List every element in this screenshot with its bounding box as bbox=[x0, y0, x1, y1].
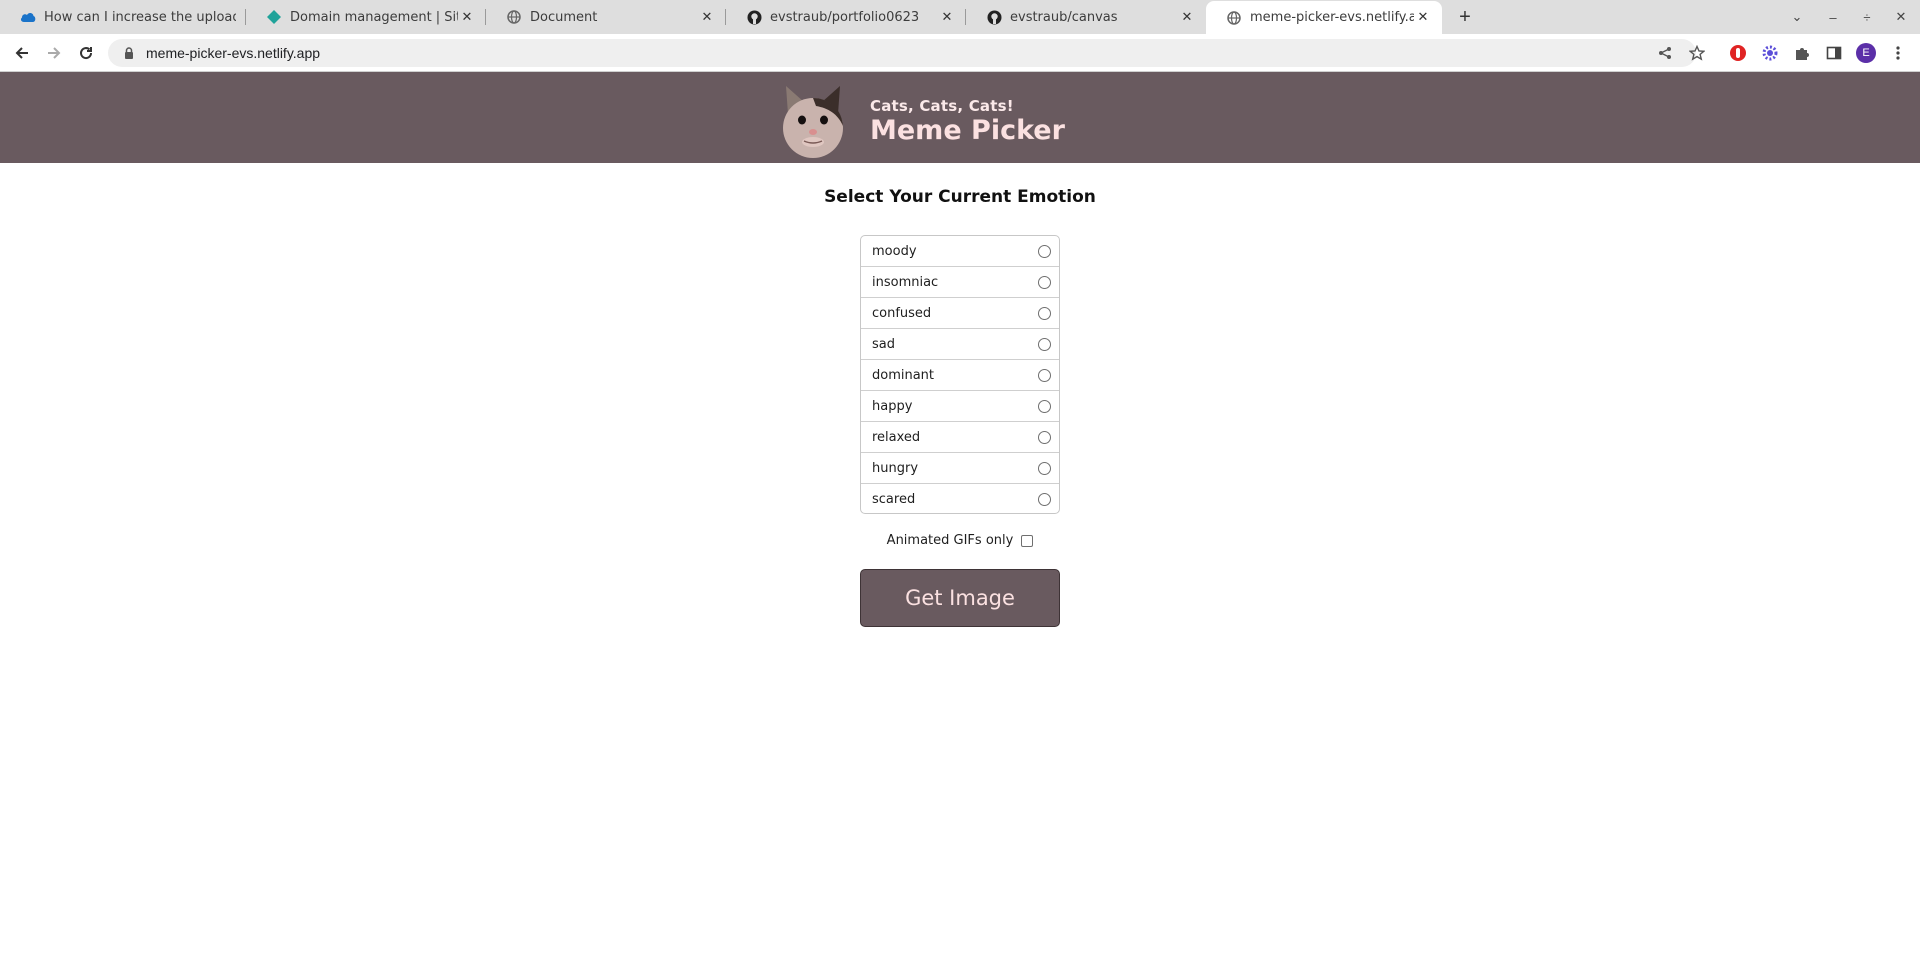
emotion-radio[interactable] bbox=[1038, 275, 1051, 289]
emotion-option-hungry[interactable]: hungry bbox=[861, 453, 1059, 484]
gif-only-checkbox[interactable] bbox=[1021, 534, 1034, 547]
tab-domain-management[interactable]: Domain management | Site co ✕ bbox=[246, 0, 486, 34]
emotion-label: sad bbox=[872, 336, 895, 352]
emotion-option-dominant[interactable]: dominant bbox=[861, 360, 1059, 391]
emotion-option-moody[interactable]: moody bbox=[861, 236, 1059, 267]
close-tab-icon[interactable]: ✕ bbox=[1178, 8, 1196, 26]
maximize-icon[interactable]: ÷ bbox=[1850, 0, 1884, 34]
emotion-radio[interactable] bbox=[1038, 399, 1051, 413]
emotion-option-insomniac[interactable]: insomniac bbox=[861, 267, 1059, 298]
emotion-radio[interactable] bbox=[1038, 244, 1051, 258]
close-tab-icon[interactable]: ✕ bbox=[458, 8, 476, 26]
close-tab-icon[interactable]: ✕ bbox=[698, 8, 716, 26]
emotion-radio[interactable] bbox=[1038, 368, 1051, 382]
address-bar[interactable]: meme-picker-evs.netlify.app bbox=[108, 39, 1696, 67]
back-icon[interactable] bbox=[8, 39, 36, 67]
tab-title: Domain management | Site co bbox=[290, 9, 458, 25]
globe-icon bbox=[506, 9, 522, 25]
extension-gear-icon[interactable] bbox=[1756, 39, 1784, 67]
tab-document[interactable]: Document ✕ bbox=[486, 0, 726, 34]
extension-stop-icon[interactable] bbox=[1724, 39, 1752, 67]
emotion-label: hungry bbox=[872, 460, 919, 476]
gif-only-label: Animated GIFs only bbox=[886, 533, 1014, 548]
emotion-label: happy bbox=[872, 398, 913, 414]
emotion-label: confused bbox=[872, 305, 932, 321]
menu-kebab-icon[interactable] bbox=[1884, 39, 1912, 67]
lock-icon[interactable] bbox=[122, 46, 136, 60]
emotion-label: moody bbox=[872, 243, 917, 259]
tab-upload-question[interactable]: How can I increase the upload l bbox=[0, 0, 246, 34]
tab-strip: How can I increase the upload l Domain m… bbox=[0, 0, 1920, 34]
header-subtitle: Cats, Cats, Cats! bbox=[870, 97, 1014, 115]
page-heading: Select Your Current Emotion bbox=[824, 187, 1096, 207]
tab-title: evstraub/canvas bbox=[1010, 9, 1118, 25]
bookmark-star-icon[interactable] bbox=[1686, 44, 1708, 62]
tab-portfolio[interactable]: evstraub/portfolio0623 ✕ bbox=[726, 0, 966, 34]
emotion-radio[interactable] bbox=[1038, 337, 1051, 351]
extensions-puzzle-icon[interactable] bbox=[1788, 39, 1816, 67]
emotion-label: scared bbox=[872, 492, 916, 507]
tab-title: How can I increase the upload l bbox=[44, 9, 236, 25]
tab-title: evstraub/portfolio0623 bbox=[770, 9, 920, 25]
tab-meme-picker[interactable]: meme-picker-evs.netlify.app ✕ bbox=[1206, 1, 1442, 34]
tab-title: meme-picker-evs.netlify.app bbox=[1250, 10, 1414, 25]
cat-logo-image bbox=[783, 86, 843, 158]
browser-toolbar: meme-picker-evs.netlify.app E bbox=[0, 34, 1920, 72]
emotion-option-sad[interactable]: sad bbox=[861, 329, 1059, 360]
onedrive-icon bbox=[20, 9, 36, 25]
gif-filter: Animated GIFs only bbox=[0, 533, 1920, 548]
tab-canvas[interactable]: evstraub/canvas ✕ bbox=[966, 0, 1206, 34]
emotion-label: insomniac bbox=[872, 274, 939, 290]
close-window-icon[interactable]: ✕ bbox=[1884, 0, 1918, 34]
emotion-option-confused[interactable]: confused bbox=[861, 298, 1059, 329]
emotion-radio[interactable] bbox=[1038, 493, 1051, 506]
emotion-option-scared[interactable]: scared bbox=[861, 484, 1059, 513]
emotion-radio[interactable] bbox=[1038, 306, 1051, 320]
tab-search-icon[interactable]: ⌄ bbox=[1780, 0, 1814, 34]
reload-icon[interactable] bbox=[72, 39, 100, 67]
github-icon bbox=[746, 9, 762, 25]
get-image-button[interactable]: Get Image bbox=[860, 569, 1060, 627]
emotion-label: relaxed bbox=[872, 429, 921, 445]
emotion-radio[interactable] bbox=[1038, 430, 1051, 444]
profile-initial: E bbox=[1856, 43, 1876, 63]
emotion-radio-list: moody insomniac confused sad dominant ha… bbox=[860, 235, 1060, 514]
profile-avatar[interactable]: E bbox=[1852, 39, 1880, 67]
emotion-label: dominant bbox=[872, 367, 935, 383]
globe-icon bbox=[1226, 10, 1242, 26]
emotion-option-happy[interactable]: happy bbox=[861, 391, 1059, 422]
emotion-option-relaxed[interactable]: relaxed bbox=[861, 422, 1059, 453]
new-tab-button[interactable]: + bbox=[1452, 4, 1478, 30]
close-tab-icon[interactable]: ✕ bbox=[938, 8, 956, 26]
header-title: Meme Picker bbox=[870, 115, 1065, 146]
netlify-icon bbox=[266, 9, 282, 25]
github-icon bbox=[986, 9, 1002, 25]
tab-title: Document bbox=[530, 9, 598, 25]
emotion-radio[interactable] bbox=[1038, 461, 1051, 475]
url-text: meme-picker-evs.netlify.app bbox=[146, 45, 321, 61]
minimize-icon[interactable]: – bbox=[1816, 0, 1850, 34]
side-panel-icon[interactable] bbox=[1820, 39, 1848, 67]
forward-icon[interactable] bbox=[40, 39, 68, 67]
share-icon[interactable] bbox=[1654, 44, 1676, 62]
close-tab-icon[interactable]: ✕ bbox=[1414, 9, 1432, 27]
